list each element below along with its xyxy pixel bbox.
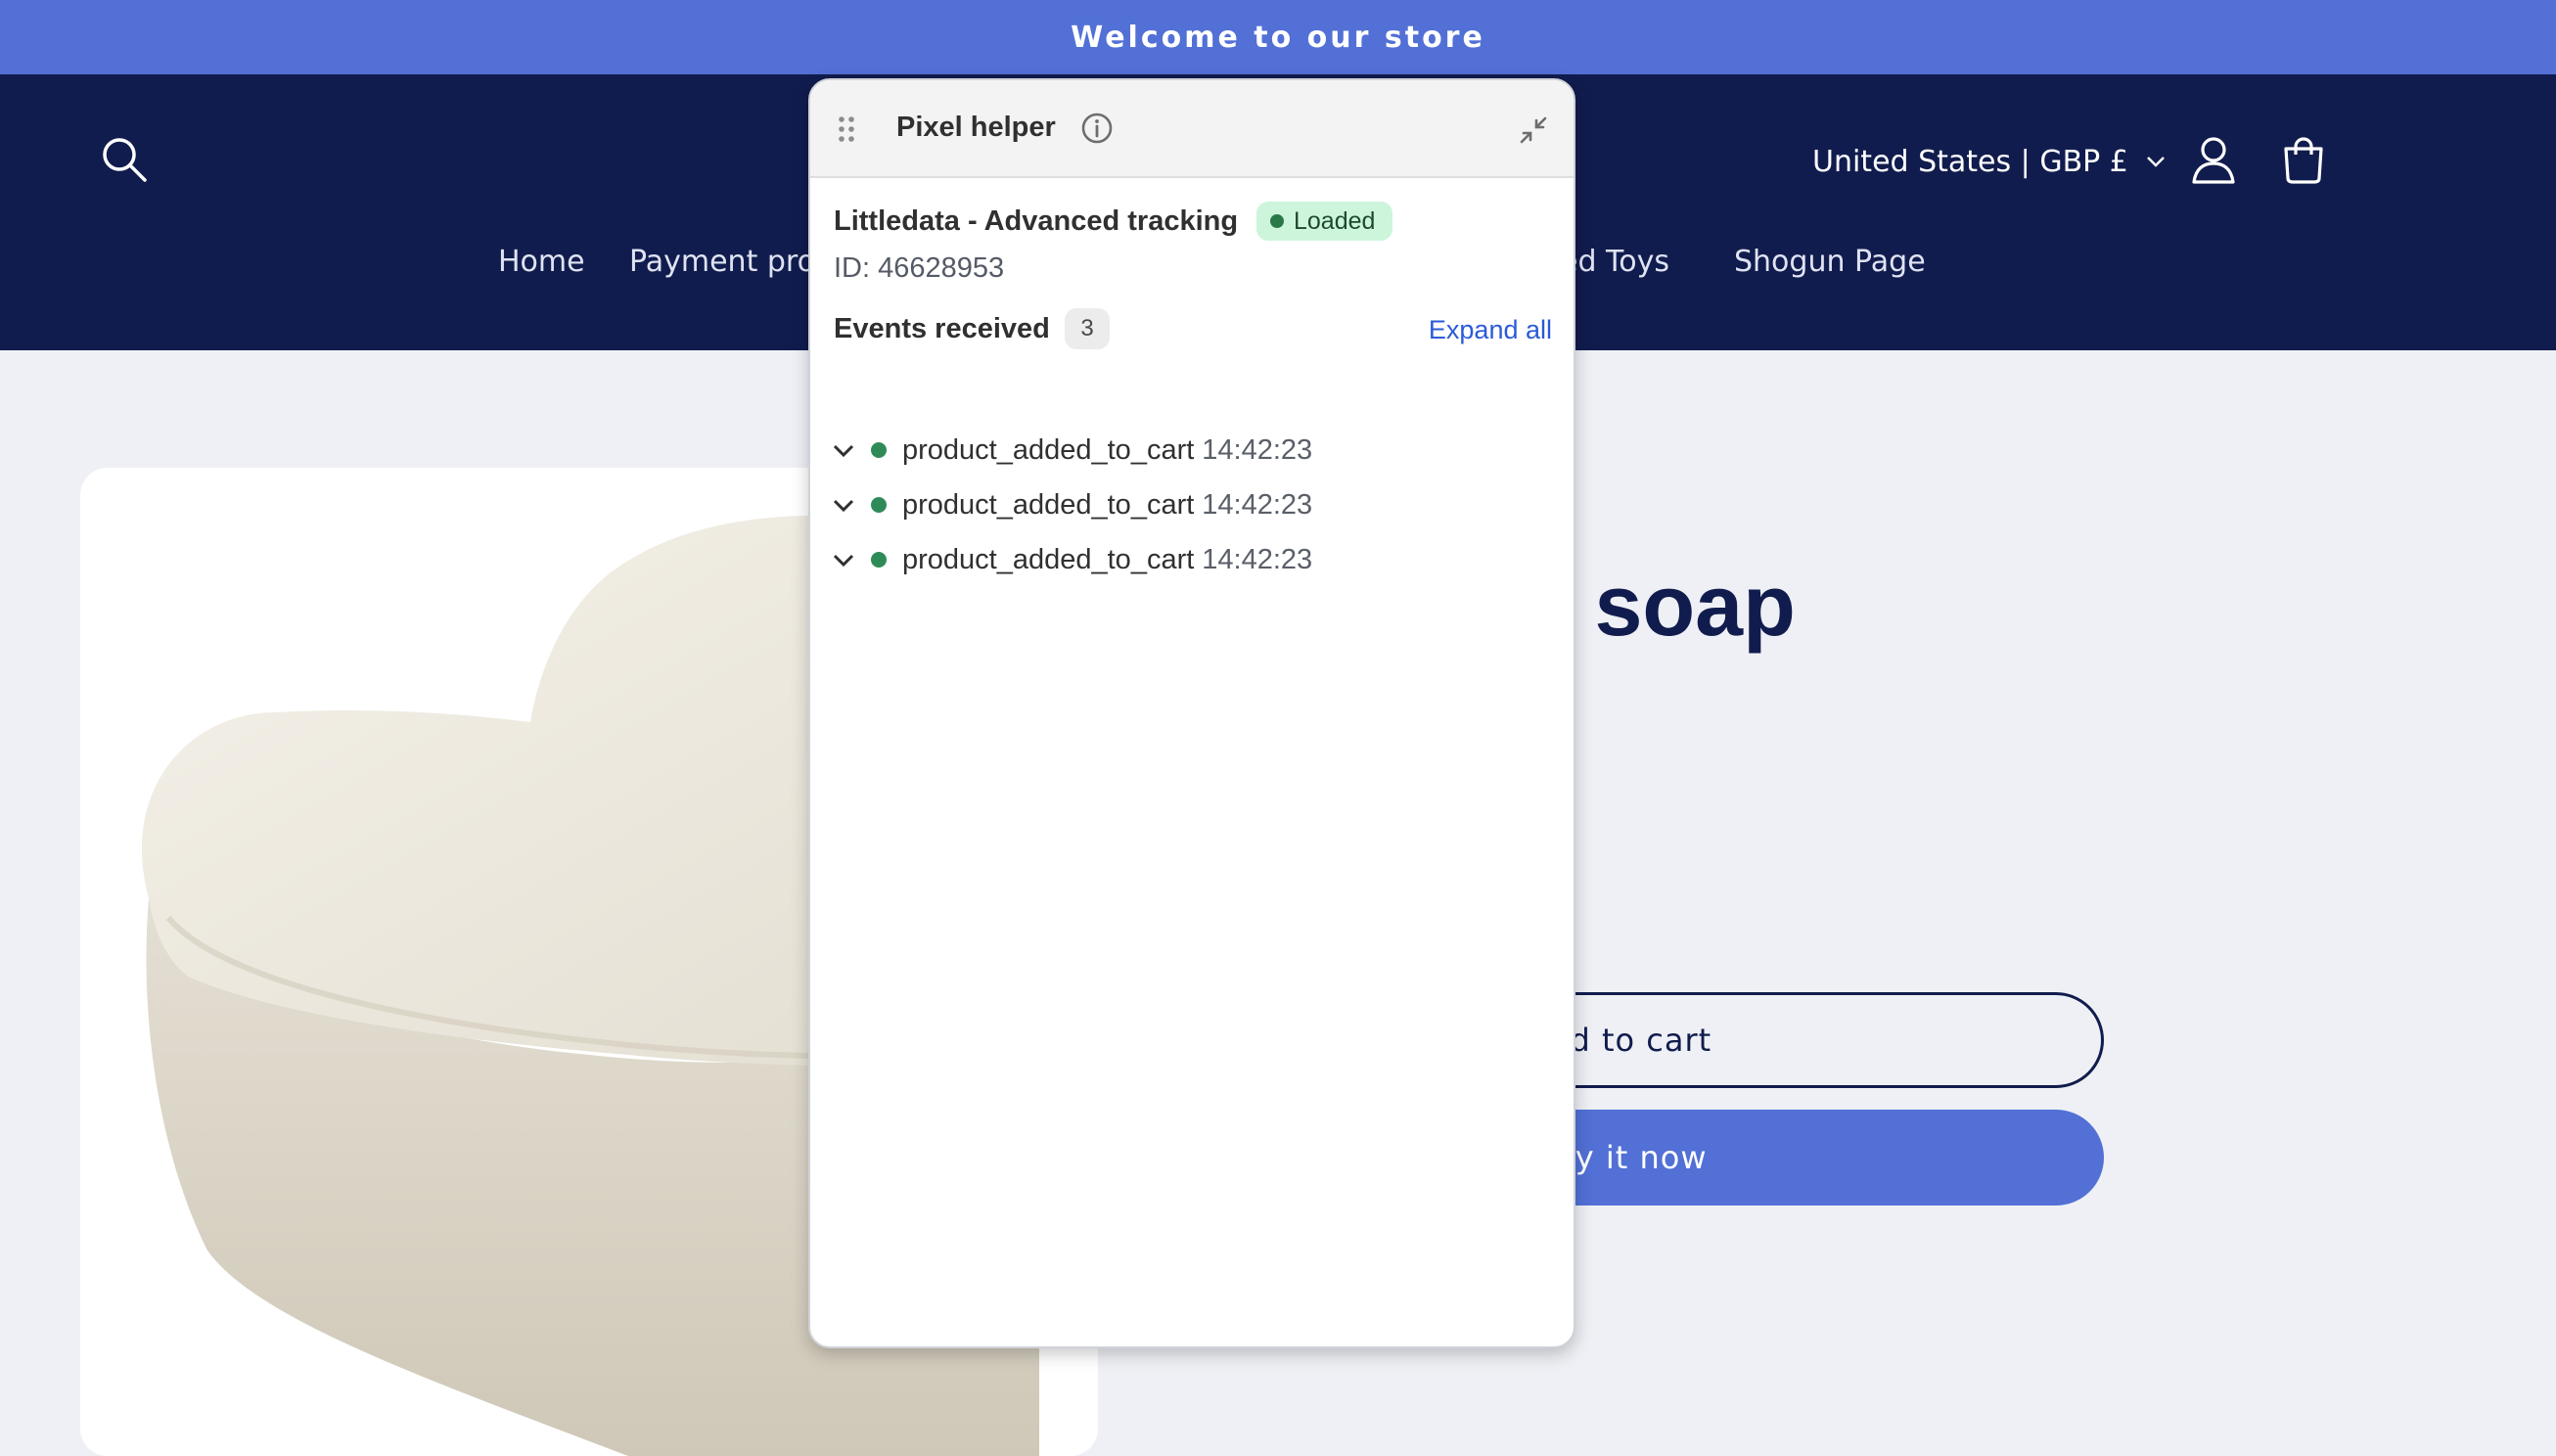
announcement-bar: Welcome to our store xyxy=(0,0,2556,74)
status-badge: Loaded xyxy=(1256,202,1393,241)
event-row[interactable]: product_added_to_cart 14:42:23 xyxy=(830,538,1554,581)
chevron-down-icon xyxy=(833,444,854,458)
pixel-name: Littledata - Advanced tracking xyxy=(834,205,1239,237)
info-button[interactable] xyxy=(1080,112,1114,145)
nav-link-home[interactable]: Home xyxy=(498,245,585,279)
search-button[interactable] xyxy=(98,133,153,188)
pixel-helper-panel: Pixel helper Littledata - Advanced track… xyxy=(808,78,1575,1348)
nav-link-payment[interactable]: Payment pro xyxy=(629,245,815,279)
status-dot xyxy=(1270,214,1284,228)
event-time: 14:42:23 xyxy=(1202,488,1313,521)
nav-link-toys[interactable]: ed Toys xyxy=(1560,245,1669,279)
event-row[interactable]: product_added_to_cart 14:42:23 xyxy=(830,429,1554,472)
status-badge-label: Loaded xyxy=(1294,206,1376,235)
info-icon xyxy=(1081,113,1113,144)
pixel-id: ID: 46628953 xyxy=(834,252,1005,284)
country-selector[interactable]: United States | GBP £ xyxy=(1812,137,2168,186)
events-count-badge: 3 xyxy=(1065,308,1110,349)
cart-icon xyxy=(2284,137,2323,184)
expand-all-link[interactable]: Expand all xyxy=(1429,315,1552,345)
event-name: product_added_to_cart xyxy=(902,433,1195,466)
event-name: product_added_to_cart xyxy=(902,543,1195,575)
nav-link-shogun-page[interactable]: Shogun Page xyxy=(1734,245,1926,279)
event-time: 14:42:23 xyxy=(1202,433,1313,466)
pixel-helper-title: Pixel helper xyxy=(896,112,1056,143)
event-status-dot xyxy=(871,442,887,458)
minimize-button[interactable] xyxy=(1517,114,1550,147)
cart-button[interactable] xyxy=(2274,131,2333,190)
pixel-helper-header: Pixel helper xyxy=(810,80,1574,178)
drag-handle-icon xyxy=(839,116,854,142)
account-icon xyxy=(2192,137,2235,184)
account-button[interactable] xyxy=(2184,131,2243,190)
minimize-icon xyxy=(1520,116,1547,144)
drag-handle[interactable] xyxy=(838,115,855,143)
event-status-dot xyxy=(871,497,887,513)
chevron-down-icon xyxy=(833,554,854,568)
country-selector-label: United States | GBP £ xyxy=(1812,144,2128,179)
chevron-down-icon xyxy=(2146,157,2165,167)
event-time: 14:42:23 xyxy=(1202,543,1313,575)
chevron-down-icon xyxy=(833,499,854,513)
event-status-dot xyxy=(871,552,887,568)
event-row[interactable]: product_added_to_cart 14:42:23 xyxy=(830,483,1554,526)
events-received-label: Events received xyxy=(834,313,1050,344)
event-name: product_added_to_cart xyxy=(902,488,1195,521)
search-icon xyxy=(103,138,147,182)
announcement-text: Welcome to our store xyxy=(1071,20,1485,55)
